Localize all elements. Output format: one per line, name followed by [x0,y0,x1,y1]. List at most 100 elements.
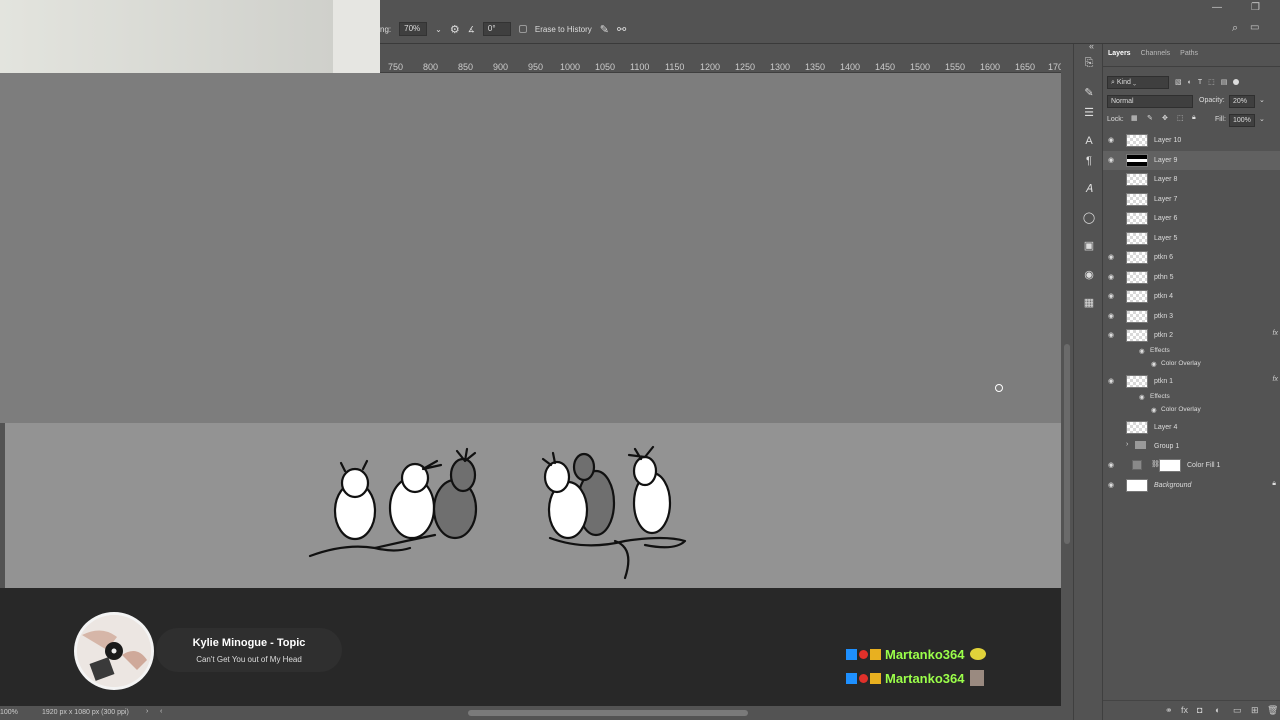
layer-name[interactable]: ptkn 1 [1154,378,1173,385]
eye-icon[interactable]: ◉ [1151,360,1157,368]
layer-row[interactable]: ◉ ptkn 6 [1103,248,1280,267]
symmetry-icon[interactable]: ⚯ [617,23,626,36]
eye-hidden-icon[interactable] [1108,442,1118,450]
eye-icon[interactable]: ◉ [1108,292,1118,300]
opacity-value[interactable]: 20% [1229,95,1255,108]
layer-name[interactable]: ptkn 6 [1154,254,1173,261]
document-info[interactable]: 1920 px x 1080 px (300 ppi) [42,709,129,716]
filter-smart-icon[interactable]: ▤ [1221,78,1228,86]
layer-name[interactable]: Layer 4 [1154,424,1177,431]
eye-hidden-icon[interactable] [1108,214,1118,222]
collapse-panels-icon[interactable]: « [1089,41,1094,51]
chevron-down-icon[interactable]: ⌄ [1259,115,1265,123]
eye-icon[interactable]: ◉ [1139,393,1145,401]
blend-mode-select[interactable]: Normal [1107,95,1193,108]
link-layers-icon[interactable]: ⚭ [1165,705,1173,716]
opacity-field[interactable]: 70% [399,22,428,36]
lock-all-icon[interactable]: 🔒︎ [1192,114,1196,122]
character-icon[interactable]: A [1082,134,1096,148]
history-icon[interactable]: ⎘ [1082,56,1096,70]
vertical-scroll-thumb[interactable] [1064,344,1070,544]
filter-adjustment-icon[interactable]: ◐ [1188,79,1192,86]
search-icon[interactable]: ⌕ [1232,22,1238,35]
eye-icon[interactable]: ◉ [1108,377,1118,385]
layer-name[interactable]: Color Fill 1 [1187,462,1220,469]
eye-icon[interactable]: ◉ [1108,136,1118,144]
eye-hidden-icon[interactable] [1108,423,1118,431]
pressure-icon[interactable]: ✎ [600,23,609,36]
color-overlay-label[interactable]: Color Overlay [1161,360,1201,367]
lock-image-icon[interactable]: ✎ [1147,114,1153,122]
layer-name[interactable]: Layer 8 [1154,176,1177,183]
layer-row[interactable]: ◉ Layer 9 [1103,151,1280,170]
layer-name[interactable]: Layer 10 [1154,137,1181,144]
chevron-right-icon[interactable]: › [1126,441,1128,448]
layer-name[interactable]: Layer 7 [1154,196,1177,203]
fx-icon[interactable]: fx [1181,705,1188,715]
eye-icon[interactable]: ◉ [1139,347,1145,355]
tab-layers[interactable]: Layers [1108,50,1131,66]
layer-row[interactable]: ◉ ptkn 2 fx [1103,326,1280,345]
chevron-down-icon[interactable]: ⌄ [1259,96,1265,104]
minimize-icon[interactable]: — [1212,2,1222,13]
layer-name[interactable]: Background [1154,482,1191,489]
adjustment-layer-icon[interactable]: ◐ [1215,705,1220,715]
trash-icon[interactable]: 🗑︎ [1267,705,1278,716]
new-layer-icon[interactable]: ⊞ [1251,705,1259,716]
filter-shape-icon[interactable]: ⬚ [1208,78,1215,86]
libraries-icon[interactable]: ▣ [1082,239,1096,253]
layer-name[interactable]: ptkn 4 [1154,293,1173,300]
chevron-right-icon[interactable]: › [146,708,148,715]
fx-icon[interactable]: fx [1273,376,1278,383]
eye-hidden-icon[interactable] [1108,175,1118,183]
zoom-level[interactable]: 100% [0,709,18,716]
layer-row[interactable]: Layer 8 [1103,170,1280,189]
layer-row[interactable]: ◉ ptkn 1 fx [1103,372,1280,391]
learn-icon[interactable]: ◯ [1082,211,1096,225]
eye-icon[interactable]: ◉ [1108,156,1118,164]
erase-to-history-checkbox[interactable] [518,25,527,33]
restore-icon[interactable]: ❐ [1251,2,1260,13]
layer-name[interactable]: Layer 9 [1154,157,1177,164]
filter-kind-select[interactable]: ⌕ Kind ⌄ [1107,75,1169,89]
vertical-scrollbar[interactable] [1061,44,1073,706]
canvas-pasteboard[interactable] [0,73,1061,423]
new-group-icon[interactable]: ▭ [1233,705,1242,716]
add-mask-icon[interactable]: ◘ [1197,705,1202,715]
document-canvas[interactable] [5,423,1061,588]
eye-icon[interactable]: ◉ [1108,253,1118,261]
layer-name[interactable]: Layer 5 [1154,235,1177,242]
lock-transparent-icon[interactable]: ▦ [1131,114,1138,122]
group-row[interactable]: › Group 1 [1103,437,1280,456]
lock-position-icon[interactable]: ✥ [1162,114,1168,122]
filter-type-icon[interactable]: T [1198,79,1202,86]
eye-icon[interactable]: ◉ [1151,406,1157,414]
tab-paths[interactable]: Paths [1180,50,1198,66]
eye-icon[interactable]: ◉ [1108,312,1118,320]
horizontal-scroll-thumb[interactable] [468,710,748,716]
filter-toggle-icon[interactable] [1233,79,1240,85]
layer-name[interactable]: pthn 5 [1154,274,1173,281]
eye-icon[interactable]: ◉ [1108,461,1118,469]
eye-hidden-icon[interactable] [1108,195,1118,203]
layer-row[interactable]: Layer 4 [1103,418,1280,437]
layer-name[interactable]: ptkn 2 [1154,332,1173,339]
fx-icon[interactable]: fx [1273,330,1278,337]
angle-field[interactable]: 0° [482,22,511,36]
layer-row[interactable]: ◉ pthn 5 [1103,268,1280,287]
adjustments-icon[interactable]: ☰ [1082,106,1096,120]
fill-value[interactable]: 100% [1229,114,1255,127]
layer-row[interactable]: ◉ ⛓ Color Fill 1 [1103,456,1280,475]
workspace-icon[interactable]: ▭ [1250,22,1259,33]
layer-row[interactable]: ◉ Layer 10 [1103,131,1280,150]
glyphs-icon[interactable]: 𝐴 [1082,182,1096,196]
lock-artboard-icon[interactable]: ⬚ [1177,114,1184,122]
paragraph-icon[interactable]: ¶ [1082,154,1096,168]
brush-settings-icon[interactable]: ✎ [1082,86,1096,100]
layer-row[interactable]: ◉ Background 🔒︎ [1103,476,1280,495]
chevron-down-icon[interactable]: ⌄ [435,25,442,34]
eye-icon[interactable]: ◉ [1108,273,1118,281]
layer-row[interactable]: Layer 6 [1103,209,1280,228]
color-icon[interactable]: ◉ [1082,268,1096,282]
layer-name[interactable]: Layer 6 [1154,215,1177,222]
